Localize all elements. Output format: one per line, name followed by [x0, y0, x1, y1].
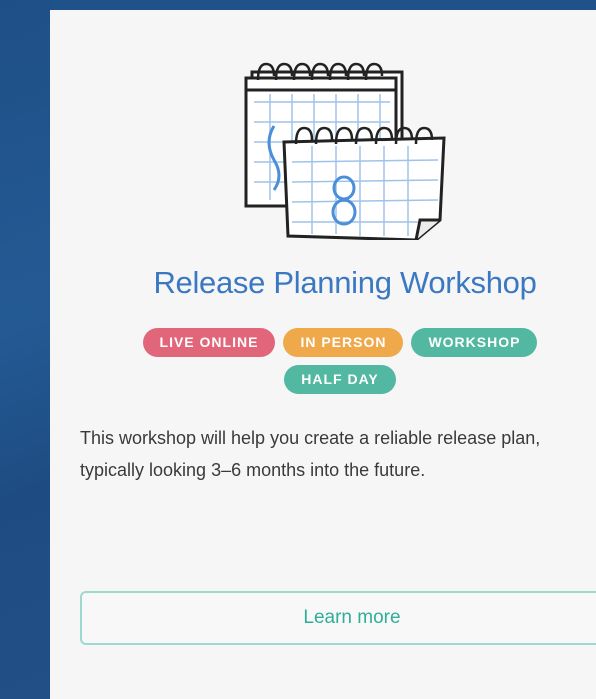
workshop-title: Release Planning Workshop — [153, 265, 537, 300]
calendar-icon — [240, 50, 450, 242]
workshop-description: This workshop will help you create a rel… — [80, 428, 541, 480]
page-background — [0, 0, 50, 699]
tag-in-person: IN PERSON — [283, 328, 404, 357]
tag-live-online: LIVE ONLINE — [142, 328, 276, 357]
tag-list: LIVE ONLINE IN PERSON WORKSHOP HALF DAY — [110, 328, 570, 402]
workshop-card: Release Planning Workshop LIVE ONLINE IN … — [50, 10, 596, 699]
tag-workshop: WORKSHOP — [411, 328, 538, 357]
learn-more-button[interactable]: Learn more — [80, 591, 596, 645]
tag-half-day: HALF DAY — [284, 365, 396, 394]
